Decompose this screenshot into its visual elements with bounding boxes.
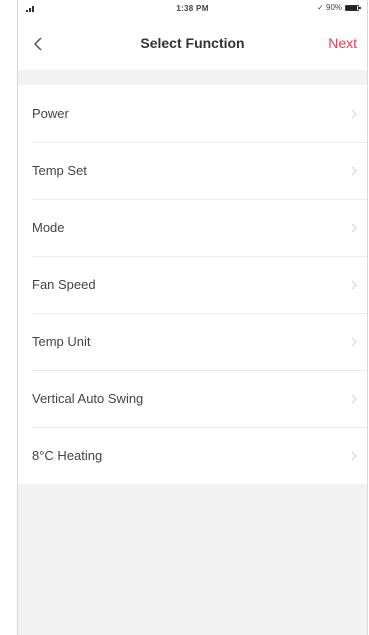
- function-list-item[interactable]: Fan Speed: [18, 256, 367, 313]
- function-list-item[interactable]: Power: [18, 85, 367, 142]
- function-label: Vertical Auto Swing: [32, 391, 144, 406]
- chevron-right-icon: [351, 166, 357, 175]
- function-label: 8°C Heating: [32, 448, 103, 463]
- function-label: Power: [32, 106, 69, 121]
- chevron-right-icon: [351, 280, 357, 289]
- function-label: Temp Set: [32, 163, 87, 178]
- function-label: Temp Unit: [32, 334, 91, 349]
- function-label: Fan Speed: [32, 277, 96, 292]
- chevron-right-icon: [351, 394, 357, 403]
- function-list-item[interactable]: Vertical Auto Swing: [18, 370, 367, 427]
- status-right: ✓ 90%: [317, 3, 361, 12]
- chevron-right-icon: [351, 451, 357, 460]
- page-title: Select Function: [140, 35, 245, 51]
- function-list: Power Temp Set Mode Fan Speed Temp Unit …: [18, 85, 367, 484]
- function-list-item[interactable]: Temp Unit: [18, 313, 367, 370]
- battery-icon: [345, 4, 361, 11]
- navigation-bar: Select Function Next: [18, 20, 367, 70]
- function-list-item[interactable]: Temp Set: [18, 142, 367, 199]
- battery-text: ✓ 90%: [317, 3, 342, 12]
- next-button[interactable]: Next: [328, 35, 357, 51]
- chevron-right-icon: [351, 109, 357, 118]
- battery-fill: [346, 5, 357, 10]
- function-label: Mode: [32, 220, 65, 235]
- status-time: 1:38 PM: [176, 4, 209, 13]
- chevron-right-icon: [351, 223, 357, 232]
- app-screen: 1:38 PM ✓ 90% Select Function Next Power…: [17, 0, 368, 635]
- function-list-item[interactable]: 8°C Heating: [18, 427, 367, 484]
- chevron-right-icon: [351, 337, 357, 346]
- status-bar: 1:38 PM ✓ 90%: [18, 0, 367, 20]
- function-list-item[interactable]: Mode: [18, 199, 367, 256]
